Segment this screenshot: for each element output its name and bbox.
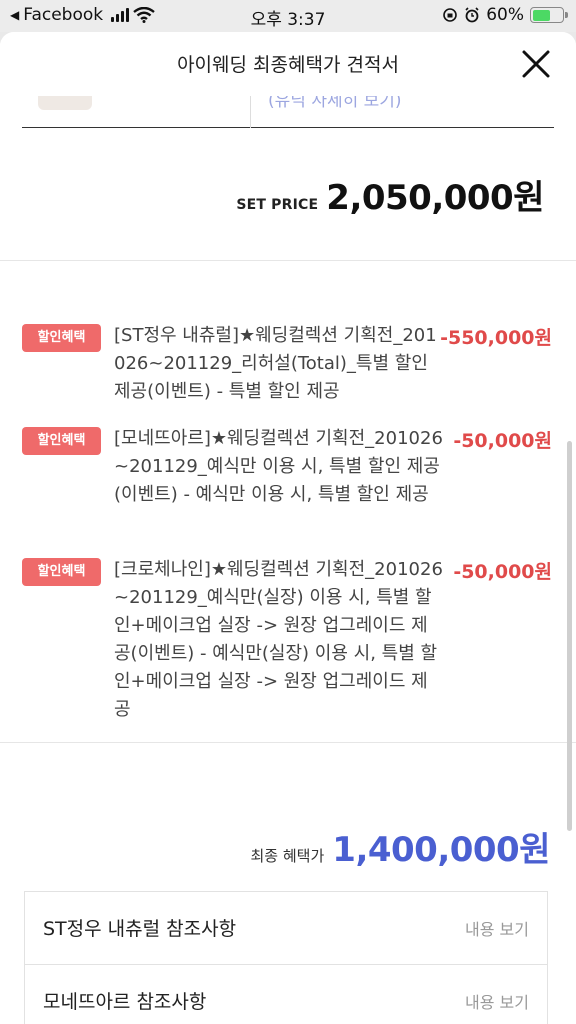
- scrollbar[interactable]: [567, 441, 572, 831]
- divider: [0, 742, 576, 743]
- battery-icon: [530, 7, 568, 23]
- benefit-text: [크로체나인]★웨딩컬렉션 기획전_201026~201129_예식만(실장) …: [114, 559, 443, 720]
- sheet-title: 아이웨딩 최종혜택가 견적서: [177, 54, 399, 76]
- reference-title: 모네뜨아르 참조사항: [43, 991, 207, 1013]
- discount-badge: 할인혜택: [22, 427, 101, 455]
- divider: [0, 260, 576, 261]
- final-price: 최종 혜택가 1,400,000원: [251, 822, 551, 871]
- final-price-value: 1,400,000원: [332, 830, 550, 870]
- benefit-text: [모네뜨아르]★웨딩컬렉션 기획전_201026~201129_예식만 이용 시…: [114, 428, 443, 505]
- set-price-value: 2,050,000원: [326, 178, 544, 218]
- benefit-text: [ST정우 내츄럴]★웨딩컬렉션 기획전_201026~201129_리허설(T…: [114, 325, 437, 402]
- battery-percent: 60%: [486, 5, 524, 25]
- row-divider: [250, 96, 251, 128]
- benefit-amount: -50,000원: [453, 561, 552, 583]
- orientation-lock-icon: [443, 8, 458, 22]
- previous-item-row: (유닉 사세히 보기): [22, 91, 554, 128]
- view-content-link[interactable]: 내용 보기: [465, 916, 529, 940]
- set-price-label: SET PRICE: [236, 197, 319, 213]
- reference-row[interactable]: ST정우 내츄럴 참조사항 내용 보기: [24, 891, 548, 965]
- final-price-label: 최종 혜택가: [250, 847, 325, 865]
- reference-title: ST정우 내츄럴 참조사항: [43, 918, 237, 940]
- view-content-link[interactable]: 내용 보기: [465, 989, 529, 1013]
- close-icon[interactable]: [518, 46, 554, 82]
- estimate-sheet: 아이웨딩 최종혜택가 견적서 (유닉 사세히 보기) SET PRICE 2,0…: [0, 32, 576, 1024]
- sheet-content: (유닉 사세히 보기) SET PRICE 2,050,000원 할인혜택 [S…: [0, 91, 576, 1024]
- benefit-amount: -550,000원: [440, 327, 552, 349]
- benefit-amount: -50,000원: [453, 430, 552, 452]
- status-bar: ◀ Facebook 오후 3:37 60%: [0, 0, 576, 32]
- reference-row[interactable]: 모네뜨아르 참조사항 내용 보기: [24, 964, 548, 1024]
- alarm-icon: [465, 7, 479, 23]
- set-price: SET PRICE 2,050,000원: [236, 170, 544, 219]
- discount-badge: 할인혜택: [22, 324, 101, 352]
- battery-fill: [532, 9, 550, 21]
- discount-badge: 할인혜택: [22, 558, 101, 586]
- sheet-header: 아이웨딩 최종혜택가 견적서: [0, 32, 576, 96]
